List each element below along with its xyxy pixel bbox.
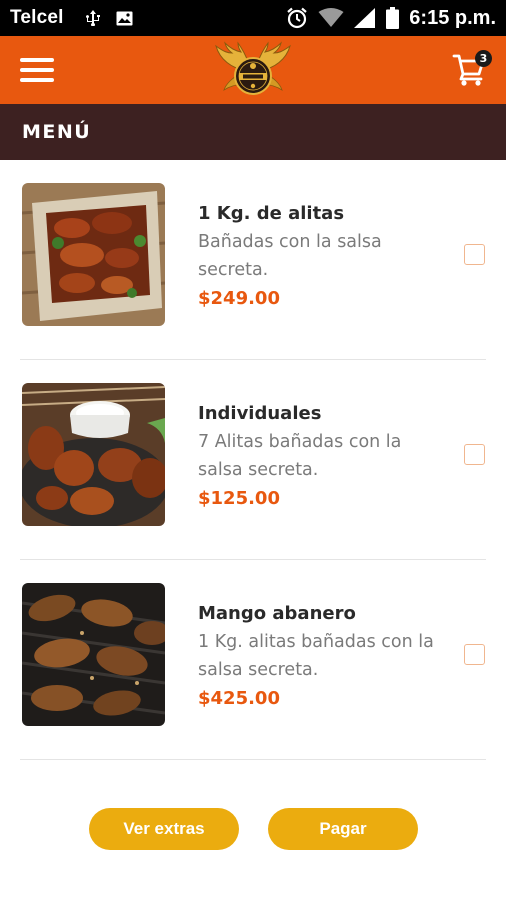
shopping-cart-icon[interactable]: 3 [452, 48, 492, 88]
item-name: Individuales [198, 403, 322, 424]
item-name: 1 Kg. de alitas [198, 203, 345, 224]
item-description: 1 Kg. alitas bañadas con la salsa secret… [198, 632, 434, 680]
winged-logo-icon [214, 40, 292, 102]
item-description: Bañadas con la salsa secreta. [198, 232, 382, 280]
menu-list: 1 Kg. de alitas Bañadas con la salsa sec… [0, 160, 506, 760]
item-text: 1 Kg. de alitas Bañadas con la salsa sec… [198, 200, 448, 314]
usb-icon [84, 10, 102, 26]
alarm-icon [286, 7, 308, 29]
image-icon [116, 11, 133, 26]
item-name: Mango abanero [198, 603, 356, 624]
wifi-icon [318, 8, 344, 28]
signal-icon [354, 8, 376, 28]
item-checkbox[interactable] [464, 444, 485, 465]
section-header: MENÚ [0, 104, 506, 160]
clock-time: 6:15 p.m. [409, 6, 496, 29]
battery-icon [386, 7, 400, 29]
divider [20, 759, 486, 760]
item-price: $249.00 [198, 288, 280, 309]
item-checkbox[interactable] [464, 644, 485, 665]
section-title: MENÚ [22, 121, 92, 143]
status-bar: Telcel 6:15 p.m. [0, 0, 506, 36]
item-text: Mango abanero 1 Kg. alitas bañadas con l… [198, 600, 448, 714]
menu-item[interactable]: 1 Kg. de alitas Bañadas con la salsa sec… [0, 160, 506, 360]
menu-item[interactable]: Mango abanero 1 Kg. alitas bañadas con l… [0, 560, 506, 760]
carrier-name: Telcel [10, 7, 64, 28]
grilled-wings-image [22, 583, 165, 726]
wings-with-dip-image [22, 383, 165, 526]
item-checkbox[interactable] [464, 244, 485, 265]
item-text: Individuales 7 Alitas bañadas con la sal… [198, 400, 448, 514]
item-description: 7 Alitas bañadas con la salsa secreta. [198, 432, 402, 480]
pay-button[interactable]: Pagar [268, 808, 418, 850]
app-bar: 3 [0, 36, 506, 104]
wings-on-paper-image [22, 183, 165, 326]
menu-item[interactable]: Individuales 7 Alitas bañadas con la sal… [0, 360, 506, 560]
hamburger-menu-icon[interactable] [20, 56, 56, 84]
item-price: $425.00 [198, 688, 280, 709]
status-icons: 6:15 p.m. [286, 7, 496, 30]
view-extras-button[interactable]: Ver extras [89, 808, 239, 850]
cart-count-badge: 3 [475, 50, 492, 67]
item-price: $125.00 [198, 488, 280, 509]
